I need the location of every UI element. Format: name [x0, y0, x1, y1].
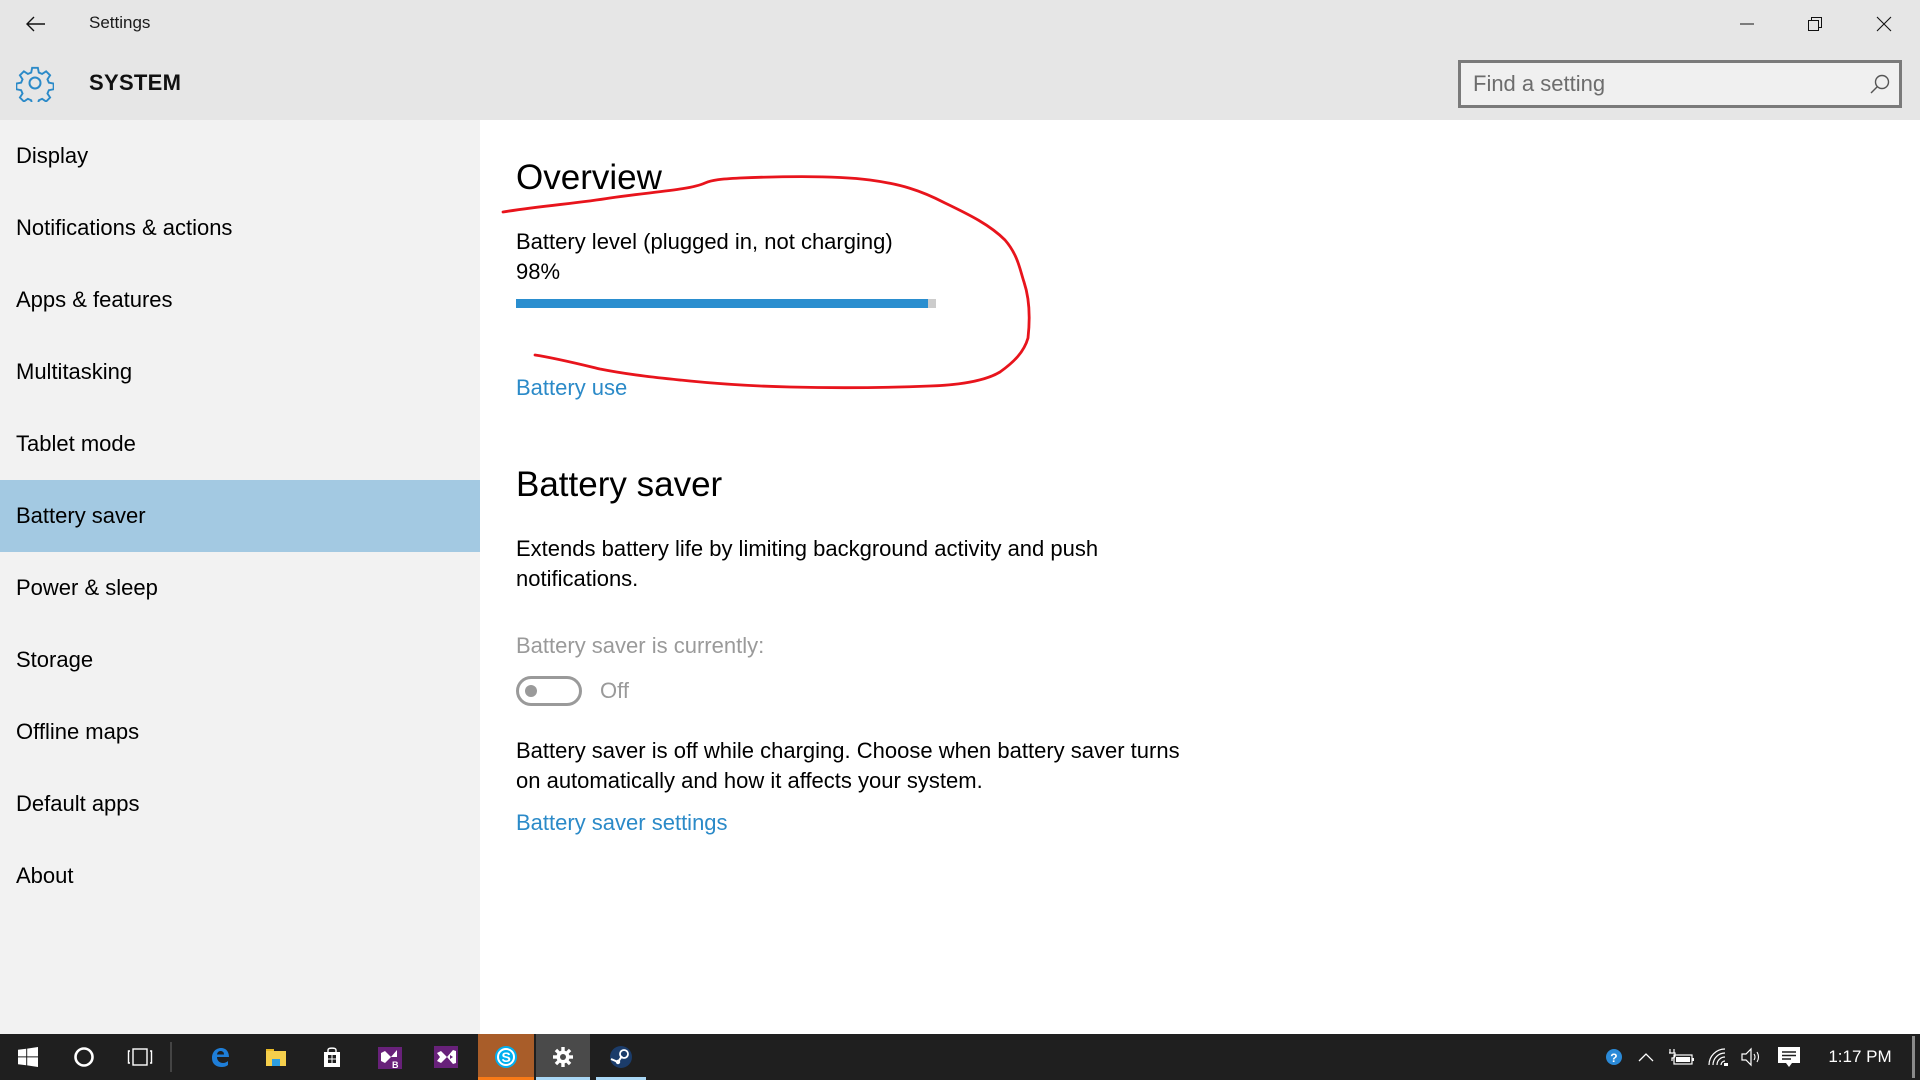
- sidebar-item-label: Default apps: [16, 791, 140, 816]
- settings-taskbar-button[interactable]: [536, 1034, 590, 1080]
- battery-plugged-icon: [1669, 1049, 1694, 1065]
- sidebar-item-label: Offline maps: [16, 719, 140, 744]
- battery-saver-heading: Battery saver: [516, 465, 723, 504]
- sidebar-item-label: Storage: [16, 647, 94, 672]
- minimize-button[interactable]: [1720, 0, 1774, 48]
- edge-taskbar-button[interactable]: [196, 1034, 244, 1080]
- sidebar-item-label: Power & sleep: [16, 575, 158, 600]
- skype-taskbar-button[interactable]: S: [478, 1034, 534, 1080]
- tray-battery-button[interactable]: [1664, 1034, 1698, 1080]
- search-input[interactable]: [1473, 63, 1853, 105]
- restore-icon: [1808, 17, 1822, 31]
- battery-percent: 98%: [516, 259, 561, 284]
- chevron-up-icon: [1638, 1053, 1654, 1062]
- svg-text:S: S: [502, 1049, 511, 1065]
- tray-volume-button[interactable]: [1736, 1034, 1768, 1080]
- sidebar-item-label: Battery saver: [16, 503, 146, 528]
- sidebar-item-offline-maps[interactable]: Offline maps: [0, 696, 480, 768]
- sidebar-item-label: Apps & features: [16, 287, 173, 312]
- edge-icon: [212, 1048, 229, 1067]
- show-desktop-button[interactable]: [1912, 1036, 1915, 1078]
- sidebar-item-default-apps[interactable]: Default apps: [0, 768, 480, 840]
- speaker-icon: [1741, 1047, 1760, 1067]
- close-icon: [1876, 16, 1892, 32]
- steam-icon: [610, 1046, 632, 1068]
- restore-button[interactable]: [1788, 0, 1842, 48]
- sidebar-item-notifications[interactable]: Notifications & actions: [0, 192, 480, 264]
- battery-use-link[interactable]: Battery use: [516, 375, 627, 401]
- windows-logo-icon: [18, 1047, 38, 1067]
- action-center-button[interactable]: [1772, 1034, 1806, 1080]
- system-gear-icon: [16, 66, 54, 102]
- visual-studio-taskbar-button[interactable]: [420, 1034, 472, 1080]
- battery-level-fill: [516, 299, 928, 308]
- charging-note: Battery saver is off while charging. Cho…: [516, 738, 1180, 793]
- file-explorer-taskbar-button[interactable]: [252, 1034, 300, 1080]
- search-icon[interactable]: [1869, 73, 1891, 95]
- battery-level-bar: [516, 299, 936, 308]
- svg-text:?: ?: [1610, 1051, 1617, 1065]
- start-button[interactable]: [0, 1034, 56, 1080]
- back-button[interactable]: [18, 6, 54, 42]
- sidebar-item-tablet-mode[interactable]: Tablet mode: [0, 408, 480, 480]
- task-view-button[interactable]: [112, 1034, 168, 1080]
- battery-saver-settings-link[interactable]: Battery saver settings: [516, 810, 728, 836]
- task-view-icon: [127, 1048, 153, 1066]
- steam-taskbar-button[interactable]: [596, 1034, 646, 1080]
- sidebar-item-apps-features[interactable]: Apps & features: [0, 264, 480, 336]
- title-bar: Settings SYSTEM: [0, 0, 1920, 120]
- close-button[interactable]: [1857, 0, 1911, 48]
- taskbar: B S ? 1:17 PM: [0, 1034, 1920, 1080]
- help-circle-icon: ?: [1606, 1049, 1622, 1065]
- skype-icon: S: [495, 1046, 517, 1068]
- battery-saver-toggle[interactable]: [516, 676, 582, 706]
- sidebar-item-display[interactable]: Display: [0, 120, 480, 192]
- tray-wifi-button[interactable]: [1702, 1034, 1734, 1080]
- sidebar-item-multitasking[interactable]: Multitasking: [0, 336, 480, 408]
- visual-studio-icon: [434, 1046, 458, 1068]
- cortana-circle-icon: [74, 1047, 94, 1067]
- tray-show-hidden-button[interactable]: [1632, 1034, 1660, 1080]
- sidebar-item-label: About: [16, 863, 74, 888]
- wifi-icon: [1708, 1048, 1728, 1066]
- sidebar-item-label: Display: [16, 143, 89, 168]
- sidebar-item-label: Notifications & actions: [16, 215, 233, 240]
- store-taskbar-button[interactable]: [308, 1034, 356, 1080]
- content-pane: Overview Battery level (plugged in, not …: [480, 120, 1920, 1034]
- sidebar-item-battery-saver[interactable]: Battery saver: [0, 480, 480, 552]
- gear-icon: [553, 1047, 573, 1067]
- sidebar-item-label: Tablet mode: [16, 431, 136, 456]
- toggle-knob: [525, 685, 537, 697]
- section-title: SYSTEM: [89, 70, 182, 95]
- sidebar-item-label: Multitasking: [16, 359, 133, 384]
- taskbar-clock[interactable]: 1:17 PM: [1820, 1034, 1900, 1080]
- battery-saver-description: Extends battery life by limiting backgro…: [516, 536, 1099, 591]
- minimize-icon: [1740, 23, 1754, 25]
- sidebar-nav: Display Notifications & actions Apps & f…: [0, 120, 480, 1034]
- overview-heading: Overview: [516, 158, 662, 197]
- cortana-button[interactable]: [56, 1034, 112, 1080]
- svg-text:B: B: [392, 1060, 399, 1069]
- back-arrow-icon: [26, 16, 45, 32]
- taskbar-separator: [170, 1042, 172, 1072]
- notification-icon: [1778, 1047, 1800, 1067]
- search-box[interactable]: [1458, 60, 1902, 108]
- visual-studio-blend-icon: B: [378, 1047, 402, 1069]
- sidebar-item-about[interactable]: About: [0, 840, 480, 912]
- folder-icon: [266, 1049, 286, 1066]
- sidebar-item-power-sleep[interactable]: Power & sleep: [0, 552, 480, 624]
- battery-saver-status-label: Battery saver is currently:: [516, 633, 765, 658]
- tray-help-button[interactable]: ?: [1600, 1034, 1628, 1080]
- battery-level-label: Battery level (plugged in, not charging): [516, 229, 893, 254]
- app-title: Settings: [89, 13, 151, 32]
- sidebar-item-storage[interactable]: Storage: [0, 624, 480, 696]
- store-bag-icon: [324, 1047, 340, 1067]
- toggle-state-label: Off: [600, 678, 629, 703]
- blend-taskbar-button[interactable]: B: [364, 1034, 416, 1080]
